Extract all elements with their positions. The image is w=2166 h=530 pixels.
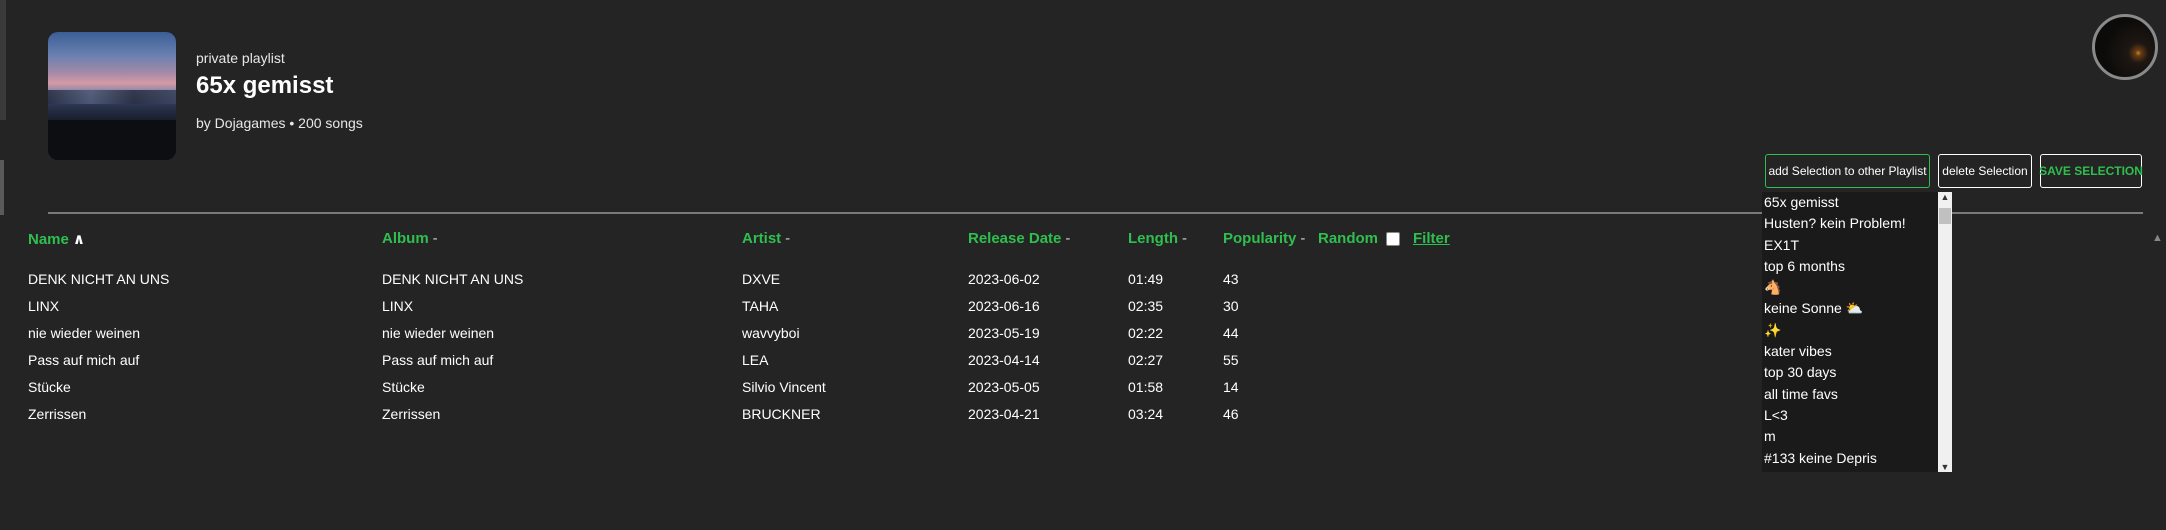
playlist-option[interactable]: kater vibes [1762,341,1952,362]
cell-name: DENK NICHT AN UNS [28,271,170,287]
cell-release: 2023-05-19 [968,325,1040,341]
cell-album: Zerrissen [382,406,441,422]
column-header-artist[interactable]: Artist - [742,230,790,247]
chevron-down-icon[interactable]: ▼ [1940,462,1950,472]
playlist-option[interactable]: Husten? kein Problem! [1762,213,1952,234]
cell-release: 2023-06-02 [968,271,1040,287]
playlist-option[interactable]: 65x gemisst [1762,192,1952,213]
cell-artist: BRUCKNER [742,406,821,422]
column-header-name-label: Name [28,231,69,248]
sort-none-icon: - [785,230,791,247]
cell-album: DENK NICHT AN UNS [382,271,524,287]
column-header-length[interactable]: Length - [1128,230,1187,247]
playlist-option[interactable]: 🐴 [1762,277,1952,298]
column-header-album[interactable]: Album - [382,230,438,247]
playlist-option[interactable]: ✨ [1762,320,1952,341]
cell-popularity: 46 [1223,406,1239,422]
playlist-option[interactable]: m [1762,426,1952,447]
cell-release: 2023-05-05 [968,379,1040,395]
cell-artist: LEA [742,352,769,368]
cell-album: nie wieder weinen [382,325,495,341]
playlist-title: 65x gemisst [196,72,334,99]
chevron-up-icon[interactable]: ▲ [1940,192,1950,202]
table-row[interactable]: nie wieder weinen nie wieder weinen wavvyb… [0,325,1700,352]
cell-album: Pass auf mich auf [382,352,494,368]
random-toggle[interactable]: Random [1318,230,1400,247]
playlist-option[interactable]: all time favs [1762,384,1952,405]
playlist-option[interactable]: L<3 [1762,405,1952,426]
sort-ascending-icon: ∧ [72,231,86,248]
cover-horizon [48,120,176,160]
table-row[interactable]: DENK NICHT AN UNS DENK NICHT AN UNS DXVE 20… [0,271,1700,298]
cell-popularity: 30 [1223,298,1239,314]
sort-none-icon: - [432,230,438,247]
sort-none-icon: - [1182,230,1187,247]
left-panel-edge [0,0,6,120]
cell-popularity: 44 [1223,325,1239,341]
column-header-popularity-label: Popularity [1223,230,1297,247]
cell-artist: wavvyboi [742,325,800,341]
cell-length: 02:27 [1128,352,1164,368]
cell-name: Stücke [28,379,71,395]
page-scroll-up-icon[interactable]: ▲ [2152,232,2163,244]
playlist-option[interactable]: top 30 days [1762,362,1952,383]
user-avatar[interactable] [2092,14,2158,80]
cell-length: 02:35 [1128,298,1164,314]
cell-length: 03:24 [1128,406,1164,422]
add-to-playlist-button[interactable]: add Selection to other Playlist [1765,154,1930,188]
cell-popularity: 14 [1223,379,1239,395]
filter-link[interactable]: Filter [1413,230,1450,247]
playlist-byline: by Dojagames • 200 songs [196,115,363,131]
table-row[interactable]: Stücke Stücke Silvio Vincent 2023-05-05 01:5… [0,379,1700,406]
cell-length: 01:49 [1128,271,1164,287]
cell-album: Stücke [382,379,425,395]
playlist-select-list[interactable]: 65x gemisst Husten? kein Problem! EX1T top … [1762,192,1952,472]
cell-name: Pass auf mich auf [28,352,140,368]
cell-album: LINX [382,298,414,314]
table-row[interactable]: Zerrissen Zerrissen BRUCKNER 2023-04-21 03:2… [0,406,1700,433]
cell-release: 2023-04-21 [968,406,1040,422]
delete-selection-button[interactable]: delete Selection [1938,154,2032,188]
left-scrollbar-thumb[interactable] [0,160,4,215]
column-header-artist-label: Artist [742,230,782,247]
cell-artist: TAHA [742,298,779,314]
cover-cloud-band [48,90,176,104]
cell-length: 01:58 [1128,379,1164,395]
save-selection-button[interactable]: SAVE SELECTION [2039,154,2143,188]
column-header-album-label: Album [382,230,429,247]
cell-artist: DXVE [742,271,781,287]
playlist-option[interactable]: top 6 months [1762,256,1952,277]
table-row[interactable]: LINX LINX TAHA 2023-06-16 02:35 30 [0,298,1700,325]
column-header-release-date[interactable]: Release Date - [968,230,1070,247]
column-header-popularity[interactable]: Popularity - [1223,230,1305,247]
playlist-option[interactable]: #133 keine Depris [1762,448,1952,469]
column-header-release-label: Release Date [968,230,1062,247]
cell-release: 2023-04-14 [968,352,1040,368]
cell-popularity: 43 [1223,271,1239,287]
cell-length: 02:22 [1128,325,1164,341]
column-header-name[interactable]: Name ∧ [28,230,85,248]
table-row[interactable]: Pass auf mich auf Pass auf mich auf LEA 202… [0,352,1700,379]
cell-name: LINX [28,298,60,314]
playlist-cover-image [48,32,176,160]
playlist-type-label: private playlist [196,50,285,66]
playlist-option[interactable]: keine Sonne ⛅ [1762,298,1952,319]
sort-none-icon: - [1065,230,1071,247]
cell-name: Zerrissen [28,406,87,422]
cell-release: 2023-06-16 [968,298,1040,314]
column-header-length-label: Length [1128,230,1178,247]
playlist-option[interactable]: EX1T [1762,235,1952,256]
random-checkbox[interactable] [1386,232,1400,247]
cell-artist: Silvio Vincent [742,379,826,395]
playlist-options: 65x gemisst Husten? kein Problem! EX1T top … [1762,192,1952,469]
cell-popularity: 55 [1223,352,1239,368]
cell-name: nie wieder weinen [28,325,141,341]
sort-none-icon: - [1300,230,1306,247]
dropdown-scroll-thumb[interactable] [1939,208,1951,224]
dropdown-scrollbar[interactable]: ▲ ▼ [1938,192,1952,472]
random-label: Random [1318,230,1378,247]
